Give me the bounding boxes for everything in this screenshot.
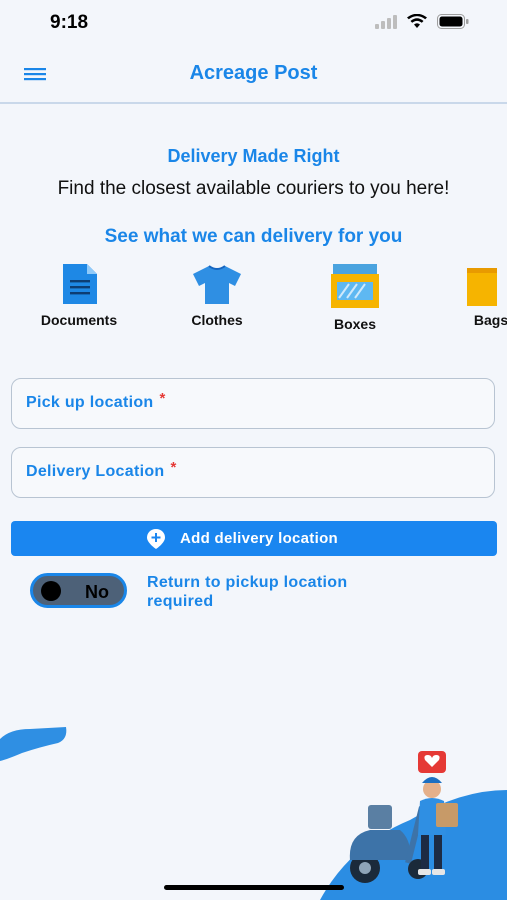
decorative-blob — [0, 727, 67, 761]
battery-icon — [437, 14, 469, 29]
headline: Delivery Made Right — [167, 146, 340, 166]
delivery-location-label: Delivery Location * — [26, 459, 177, 480]
add-delivery-location-button[interactable]: Add delivery location — [11, 521, 497, 556]
categories-title: See what we can delivery for you — [104, 226, 403, 247]
add-delivery-location-label: Add delivery location — [180, 530, 338, 547]
category-clothes[interactable]: Clothes — [157, 262, 277, 328]
app-title: Acreage Post — [189, 62, 318, 84]
wifi-icon — [407, 14, 427, 28]
document-icon — [63, 264, 97, 304]
app-bar: Acreage Post — [0, 46, 507, 104]
home-indicator — [164, 885, 344, 890]
pickup-location-field[interactable]: Pick up location * — [11, 378, 495, 429]
category-list: Documents Clothes Boxes Bags — [0, 262, 507, 342]
tshirt-icon — [193, 265, 241, 304]
bag-icon — [467, 268, 497, 306]
category-label: Boxes — [333, 316, 377, 332]
status-time: 9:18 — [50, 12, 89, 33]
category-boxes[interactable]: Boxes — [295, 262, 415, 332]
signal-icon — [375, 14, 397, 29]
location-plus-icon — [147, 529, 165, 549]
toggle-value: No — [85, 582, 109, 602]
pickup-location-label: Pick up location * — [26, 390, 166, 411]
required-marker: * — [159, 390, 166, 407]
return-label: Return to pickup location required — [147, 574, 348, 610]
category-label: Documents — [40, 312, 118, 328]
courier-scooter-illustration — [320, 751, 507, 900]
category-documents[interactable]: Documents — [19, 262, 139, 328]
return-toggle[interactable]: No — [30, 573, 127, 608]
category-label: Clothes — [191, 312, 243, 328]
status-bar: 9:18 — [0, 0, 507, 46]
toggle-knob — [41, 581, 61, 601]
subheadline: Find the closest available couriers to y… — [57, 178, 450, 199]
category-label: Bags — [473, 312, 507, 328]
delivery-location-field[interactable]: Delivery Location * — [11, 447, 495, 498]
category-bags[interactable]: Bags — [431, 262, 507, 328]
required-marker: * — [170, 459, 177, 476]
box-icon — [331, 264, 379, 308]
